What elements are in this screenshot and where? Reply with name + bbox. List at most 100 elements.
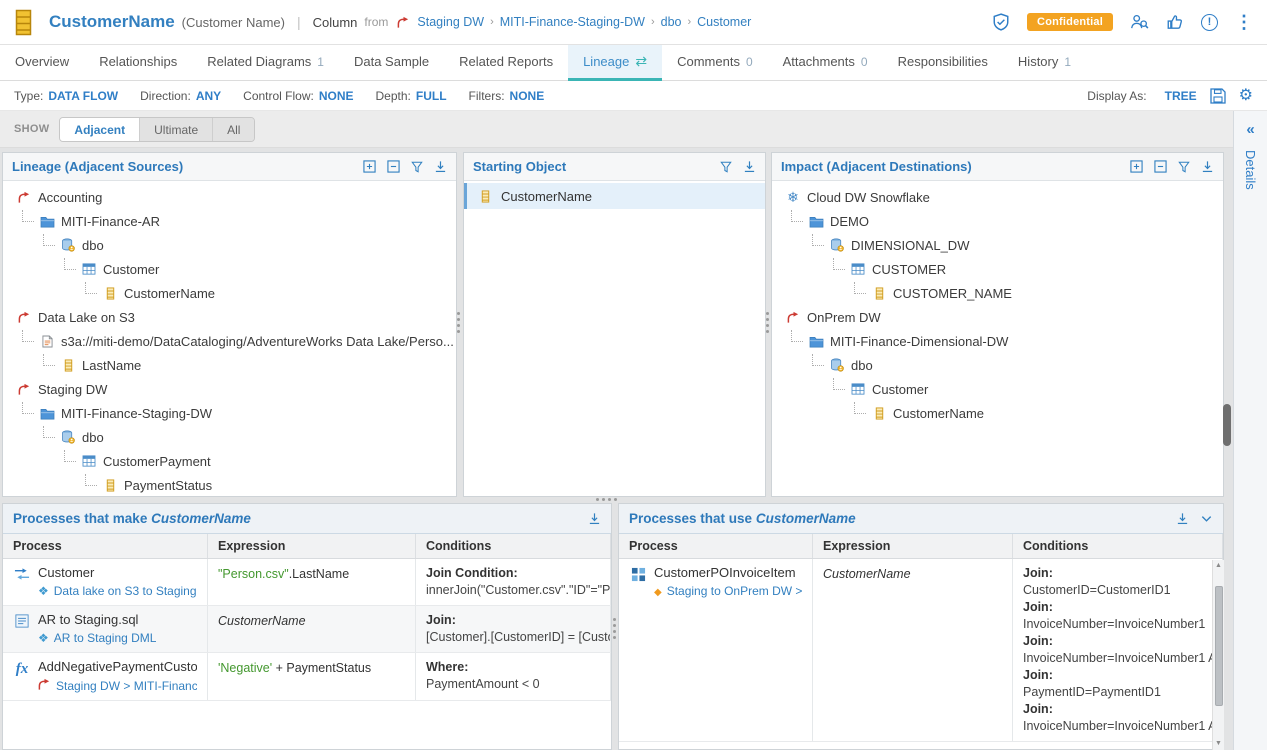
splitter-make-use[interactable] — [613, 618, 616, 639]
tree-item[interactable]: CUSTOMER — [772, 257, 1223, 281]
collapse-all-icon[interactable] — [1154, 160, 1167, 173]
column-header-expression[interactable]: Expression — [813, 534, 1013, 558]
setting-direction-value[interactable]: ANY — [196, 89, 221, 103]
export-icon[interactable] — [1176, 512, 1189, 525]
tab-data-sample[interactable]: Data Sample — [339, 45, 444, 81]
filter-icon[interactable] — [1178, 161, 1190, 173]
tree-item[interactable]: CustomerName — [3, 281, 456, 305]
tree-item[interactable]: MITI-Finance-Dimensional-DW — [772, 329, 1223, 353]
tree-item[interactable]: OnPrem DW — [772, 305, 1223, 329]
setting-control-flow-value[interactable]: NONE — [319, 89, 354, 103]
chevron-down-icon[interactable] — [1200, 512, 1213, 525]
tree-item[interactable]: MITI-Finance-Staging-DW — [3, 401, 456, 425]
details-collapse-icon[interactable]: « — [1246, 121, 1254, 138]
tree-item[interactable]: LastName — [3, 353, 456, 377]
tab-history[interactable]: History1 — [1003, 45, 1086, 81]
column-header-process[interactable]: Process — [619, 534, 813, 558]
scroll-down-arrow[interactable]: ▼ — [1215, 738, 1222, 750]
starting-object-list: CustomerName — [464, 181, 765, 496]
tree-item[interactable]: ❄Cloud DW Snowflake — [772, 185, 1223, 209]
splitter-starting-impact[interactable] — [766, 312, 769, 333]
tree-item[interactable]: Data Lake on S3 — [3, 305, 456, 329]
save-icon[interactable] — [1210, 88, 1226, 104]
tab-lineage[interactable]: Lineage⇄ — [568, 45, 662, 81]
schema-icon — [59, 238, 77, 252]
thumbs-up-icon[interactable] — [1166, 13, 1184, 31]
tree-item[interactable]: dbo — [3, 425, 456, 449]
tree-item[interactable]: DEMO — [772, 209, 1223, 233]
settings-gear-icon[interactable]: ⚙ — [1239, 88, 1253, 104]
tab-related-reports[interactable]: Related Reports — [444, 45, 568, 81]
tree-item[interactable]: s3a://miti-demo/DataCataloging/Adventure… — [3, 329, 456, 353]
tree-item[interactable]: CUSTOMER_NAME — [772, 281, 1223, 305]
use-table-scrollbar-thumb[interactable] — [1215, 586, 1223, 706]
export-icon[interactable] — [434, 160, 447, 173]
tab-overview[interactable]: Overview — [0, 45, 84, 81]
splitter-top-bottom[interactable] — [596, 498, 617, 501]
share-icon — [15, 383, 33, 396]
process-path-link[interactable]: Staging DW > MITI-Finance — [56, 679, 197, 693]
display-as-value[interactable]: TREE — [1165, 89, 1197, 103]
show-option-adjacent[interactable]: Adjacent — [60, 118, 140, 141]
process-name[interactable]: AR to Staging.sql — [38, 612, 156, 627]
expand-all-icon[interactable] — [363, 160, 376, 173]
filter-icon[interactable] — [720, 161, 732, 173]
tree-item[interactable]: MITI-Finance-AR — [3, 209, 456, 233]
export-icon[interactable] — [588, 512, 601, 525]
collapse-all-icon[interactable] — [387, 160, 400, 173]
file-icon — [38, 335, 56, 348]
tab-attachments[interactable]: Attachments0 — [768, 45, 883, 81]
show-option-ultimate[interactable]: Ultimate — [140, 118, 213, 141]
export-icon[interactable] — [1201, 160, 1214, 173]
setting-type-value[interactable]: DATA FLOW — [48, 89, 118, 103]
process-path-link[interactable]: AR to Staging DML — [54, 631, 157, 645]
process-name[interactable]: CustomerPOInvoiceItem — [654, 565, 802, 580]
dataflow-icon — [13, 567, 31, 599]
main-vertical-scrollbar-thumb[interactable] — [1223, 404, 1231, 446]
column-header-expression[interactable]: Expression — [208, 534, 416, 558]
tree-item[interactable]: PaymentStatus — [3, 473, 456, 496]
tree-item[interactable]: Staging DW — [3, 377, 456, 401]
schema-icon — [828, 238, 846, 252]
tree-item[interactable]: CustomerName — [772, 401, 1223, 425]
tree-item[interactable]: CustomerPayment — [3, 449, 456, 473]
setting-filters-value[interactable]: NONE — [510, 89, 545, 103]
setting-depth-value[interactable]: FULL — [416, 89, 447, 103]
tree-item[interactable]: dbo — [3, 233, 456, 257]
process-path-link[interactable]: Data lake on S3 to Staging — [54, 584, 197, 598]
table-icon — [849, 383, 867, 395]
process-name[interactable]: AddNegativePaymentCusto — [38, 659, 197, 674]
export-icon[interactable] — [743, 160, 756, 173]
tree-item[interactable]: Accounting — [3, 185, 456, 209]
tree-item[interactable]: dbo — [772, 353, 1223, 377]
alert-icon[interactable]: ! — [1201, 14, 1218, 31]
starting-object-row[interactable]: CustomerName — [464, 183, 765, 209]
tab-responsibilities[interactable]: Responsibilities — [883, 45, 1003, 81]
breadcrumb-item[interactable]: MITI-Finance-Staging-DW — [500, 15, 645, 29]
tree-item[interactable]: Customer — [3, 257, 456, 281]
breadcrumb-item[interactable]: Customer — [697, 15, 751, 29]
expand-all-icon[interactable] — [1130, 160, 1143, 173]
kebab-menu-icon[interactable]: ⋮ — [1235, 13, 1253, 31]
column-header-process[interactable]: Process — [3, 534, 208, 558]
scroll-up-arrow[interactable]: ▲ — [1215, 560, 1222, 572]
tree-item[interactable]: DIMENSIONAL_DW — [772, 233, 1223, 257]
lineage-settings-bar: Type:DATA FLOWDirection:ANYControl Flow:… — [0, 81, 1267, 111]
details-panel-label[interactable]: Details — [1243, 150, 1258, 190]
breadcrumb-item[interactable]: Staging DW — [417, 15, 484, 29]
shield-check-icon[interactable] — [992, 13, 1010, 31]
show-option-all[interactable]: All — [213, 118, 254, 141]
header-actions: Confidential ! ⋮ — [992, 13, 1253, 31]
filter-icon[interactable] — [411, 161, 423, 173]
tab-comments[interactable]: Comments0 — [662, 45, 768, 81]
breadcrumb-item[interactable]: dbo — [661, 15, 682, 29]
column-header-conditions[interactable]: Conditions — [1013, 534, 1223, 558]
process-name[interactable]: Customer — [38, 565, 197, 580]
process-path-link[interactable]: Staging to OnPrem DW > S — [667, 584, 802, 598]
tree-item[interactable]: Customer — [772, 377, 1223, 401]
tab-relationships[interactable]: Relationships — [84, 45, 192, 81]
column-header-conditions[interactable]: Conditions — [416, 534, 611, 558]
expert-search-icon[interactable] — [1130, 13, 1149, 31]
tab-related-diagrams[interactable]: Related Diagrams1 — [192, 45, 339, 81]
splitter-sources-starting[interactable] — [457, 312, 460, 333]
